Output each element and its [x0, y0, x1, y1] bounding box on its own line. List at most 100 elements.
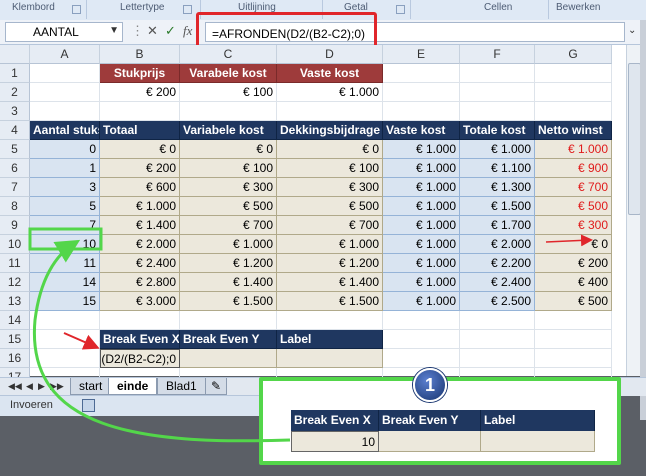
table-cell[interactable]: € 1.000 [383, 254, 460, 273]
table-cell[interactable]: € 1.500 [180, 292, 277, 311]
cancel-icon[interactable]: ✕ [147, 23, 158, 39]
last-sheet-icon[interactable]: ▶▶ [50, 381, 64, 392]
table-cell[interactable]: 11 [30, 254, 100, 273]
row-header-10[interactable]: 10 [0, 235, 30, 254]
table-cell[interactable]: € 1.000 [383, 273, 460, 292]
table-cell[interactable]: € 2.400 [460, 273, 535, 292]
grid-cell[interactable] [30, 349, 100, 368]
table-cell[interactable]: € 2.800 [100, 273, 180, 292]
column-header-g[interactable]: G [535, 45, 612, 64]
table-cell[interactable]: 1 [30, 159, 100, 178]
table-cell[interactable]: € 1.000 [383, 140, 460, 159]
grid-cell[interactable] [460, 102, 535, 121]
grid-cell[interactable] [30, 330, 100, 349]
grid-cell[interactable] [460, 311, 535, 330]
grid-cell[interactable] [383, 311, 460, 330]
table-cell[interactable]: € 0 [100, 140, 180, 159]
table-cell[interactable]: € 700 [535, 178, 612, 197]
table-cell[interactable]: € 1.000 [100, 197, 180, 216]
table-cell[interactable]: € 2.000 [100, 235, 180, 254]
table-cell[interactable]: € 500 [535, 197, 612, 216]
row-header-16[interactable]: 16 [0, 349, 30, 368]
column-header-a[interactable]: A [30, 45, 100, 64]
table-cell[interactable]: € 1.700 [460, 216, 535, 235]
table-cell[interactable]: € 0 [180, 140, 277, 159]
table-cell[interactable]: € 1.000 [383, 178, 460, 197]
tab-blad1[interactable]: Blad1 [157, 378, 206, 395]
column-header-f[interactable]: F [460, 45, 535, 64]
table-cell[interactable]: € 400 [535, 273, 612, 292]
row-header-15[interactable]: 15 [0, 330, 30, 349]
table-cell[interactable]: € 1.400 [180, 273, 277, 292]
grid-cell[interactable] [383, 64, 460, 83]
table-cell[interactable]: € 2.400 [100, 254, 180, 273]
chevron-down-icon[interactable]: ▼ [109, 25, 119, 36]
name-box[interactable]: AANTAL ▼ [5, 22, 123, 42]
row-header-14[interactable]: 14 [0, 311, 30, 330]
row-header-6[interactable]: 6 [0, 159, 30, 178]
table-cell[interactable]: € 1.300 [460, 178, 535, 197]
grid-cell[interactable] [277, 311, 383, 330]
prev-sheet-icon[interactable]: ◀ [26, 381, 33, 392]
grid-cell[interactable] [383, 102, 460, 121]
table-cell[interactable]: € 600 [100, 178, 180, 197]
tab-start[interactable]: start [70, 378, 112, 395]
dialog-launcher-icon[interactable] [72, 5, 81, 14]
column-header-c[interactable]: C [180, 45, 277, 64]
table-cell[interactable]: 0 [30, 140, 100, 159]
table-cell[interactable]: € 900 [535, 159, 612, 178]
grid-cell[interactable] [535, 330, 612, 349]
table-cell[interactable]: 3 [30, 178, 100, 197]
table-cell[interactable]: € 500 [180, 197, 277, 216]
table-cell[interactable]: € 0 [277, 140, 383, 159]
table-cell[interactable]: € 200 [535, 254, 612, 273]
column-header-b[interactable]: B [100, 45, 180, 64]
table-cell[interactable]: € 1.500 [460, 197, 535, 216]
table-cell[interactable]: € 1.000 [383, 292, 460, 311]
input-value[interactable]: € 200 [100, 83, 180, 102]
row-header-9[interactable]: 9 [0, 216, 30, 235]
first-sheet-icon[interactable]: ◀◀ [8, 381, 22, 392]
grid-cell[interactable] [100, 311, 180, 330]
table-cell[interactable]: € 300 [277, 178, 383, 197]
grid-cell[interactable] [535, 102, 612, 121]
table-cell[interactable]: € 2.500 [460, 292, 535, 311]
table-cell[interactable]: 15 [30, 292, 100, 311]
table-cell[interactable]: € 2.200 [460, 254, 535, 273]
grid-cell[interactable] [383, 83, 460, 102]
column-header-d[interactable]: D [277, 45, 383, 64]
grid-cell[interactable] [535, 349, 612, 368]
table-cell[interactable]: € 100 [277, 159, 383, 178]
table-cell[interactable]: € 0 [535, 235, 612, 254]
table-cell[interactable]: € 300 [180, 178, 277, 197]
grid-cell[interactable] [180, 311, 277, 330]
table-cell[interactable]: 7 [30, 216, 100, 235]
expand-formula-bar-icon[interactable]: ⌄ [628, 25, 636, 36]
table-cell[interactable]: € 500 [277, 197, 383, 216]
row-header-7[interactable]: 7 [0, 178, 30, 197]
grid-cell[interactable] [30, 83, 100, 102]
row-header-13[interactable]: 13 [0, 292, 30, 311]
table-cell[interactable]: € 1.000 [383, 159, 460, 178]
grid-cell[interactable] [180, 102, 277, 121]
grid-cell[interactable] [383, 349, 460, 368]
table-cell[interactable]: € 1.000 [180, 235, 277, 254]
table-cell[interactable]: 5 [30, 197, 100, 216]
grid-cell[interactable] [460, 83, 535, 102]
row-header-2[interactable]: 2 [0, 83, 30, 102]
select-all-corner[interactable] [0, 45, 30, 64]
break-even-empty-cell[interactable] [277, 349, 383, 368]
table-cell[interactable]: € 1.000 [383, 216, 460, 235]
grid-cell[interactable] [460, 330, 535, 349]
table-cell[interactable]: € 1.400 [100, 216, 180, 235]
table-cell[interactable]: € 500 [535, 292, 612, 311]
table-cell[interactable]: € 700 [277, 216, 383, 235]
grid-cell[interactable] [30, 311, 100, 330]
dialog-launcher-icon[interactable] [183, 5, 192, 14]
table-cell[interactable]: € 1.000 [277, 235, 383, 254]
next-sheet-icon[interactable]: ▶ [38, 381, 45, 392]
column-header-e[interactable]: E [383, 45, 460, 64]
row-header-1[interactable]: 1 [0, 64, 30, 83]
grid-cell[interactable] [277, 102, 383, 121]
table-cell[interactable]: € 1.100 [460, 159, 535, 178]
